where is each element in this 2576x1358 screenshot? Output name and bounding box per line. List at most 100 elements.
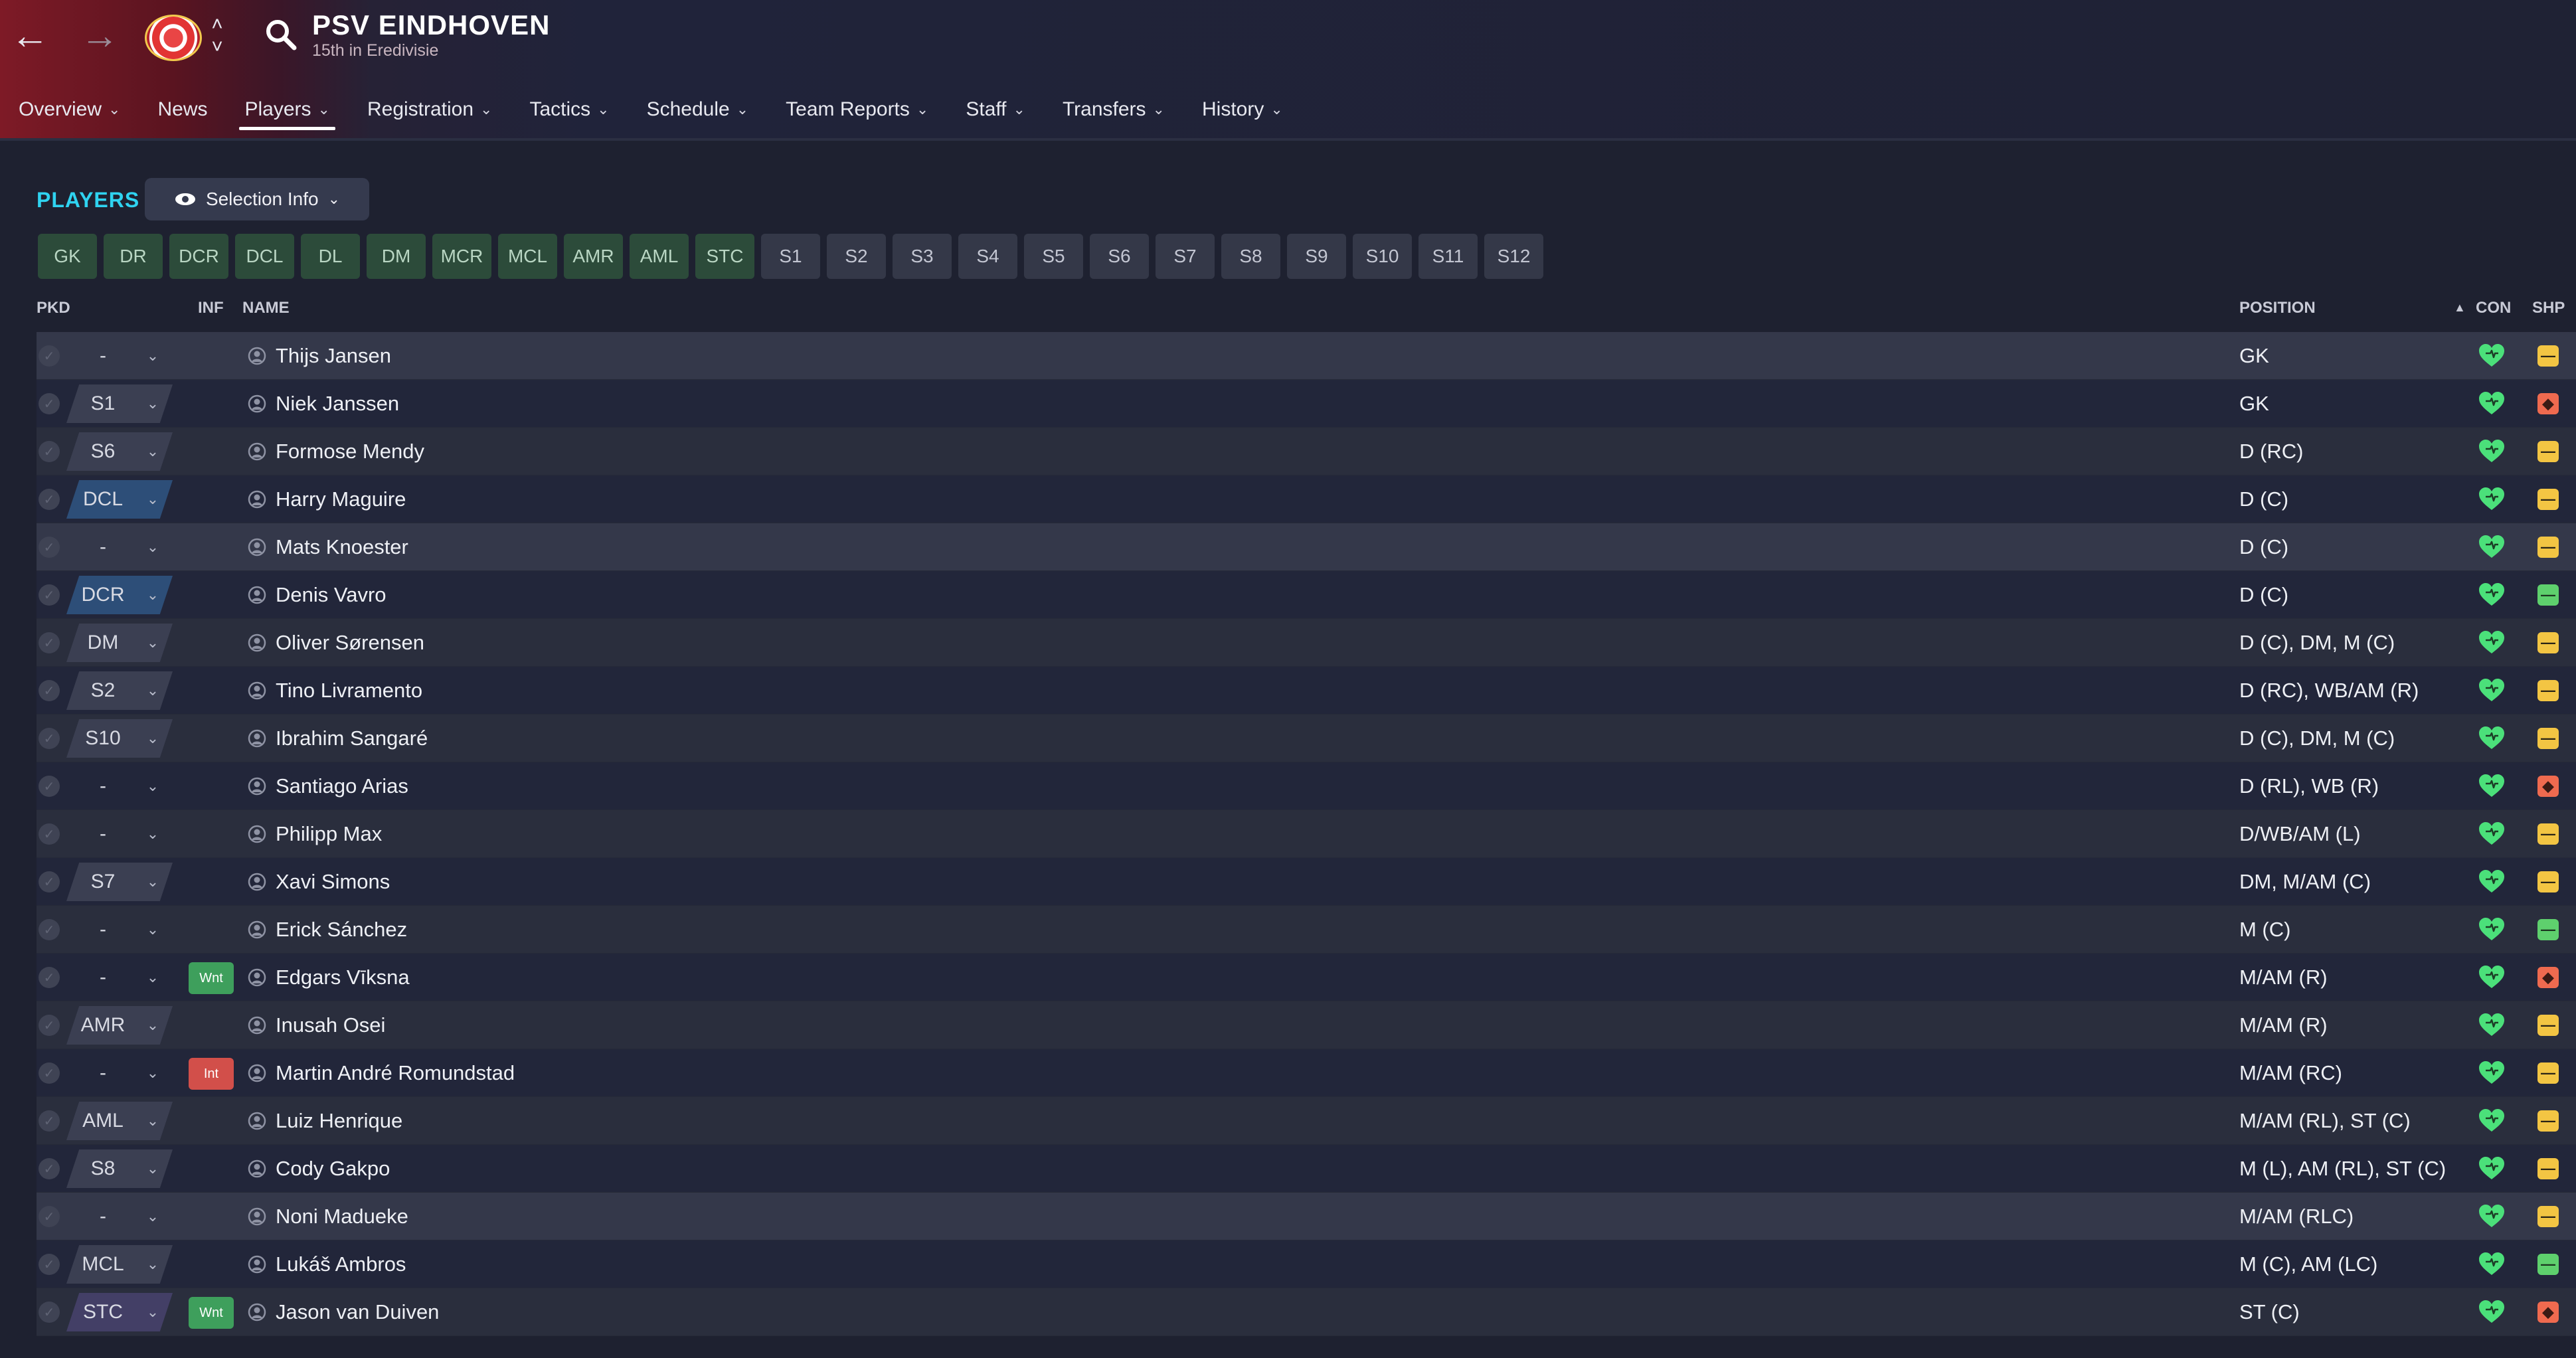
player-name[interactable]: Ibrahim Sangaré	[276, 726, 428, 750]
position-button-mcr[interactable]: MCR	[432, 234, 491, 279]
player-name[interactable]: Formose Mendy	[276, 440, 424, 464]
pkd-selector[interactable]: S7 ⌄	[66, 863, 173, 901]
player-name[interactable]: Denis Vavro	[276, 583, 386, 607]
pick-checkbox-icon[interactable]: ✓	[39, 489, 60, 510]
player-profile-icon[interactable]	[248, 1016, 266, 1035]
table-row[interactable]: ✓ DCL ⌄ Harry Maguire D (C) —	[37, 475, 2576, 523]
table-row[interactable]: ✓ S2 ⌄ Tino Livramento D (RC), WB/AM (R) —	[37, 667, 2576, 715]
player-profile-icon[interactable]	[248, 681, 266, 700]
tab-news[interactable]: News	[139, 86, 226, 133]
pick-checkbox-icon[interactable]: ✓	[39, 1254, 60, 1275]
sub-slot-button-s11[interactable]: S11	[1418, 234, 1478, 279]
col-shp[interactable]: SHP	[2532, 299, 2565, 317]
player-name[interactable]: Oliver Sørensen	[276, 631, 424, 655]
player-profile-icon[interactable]	[248, 490, 266, 509]
player-profile-icon[interactable]	[248, 968, 266, 987]
table-row[interactable]: ✓ - ⌄ Wnt Edgars Vīksna M/AM (R) ◆	[37, 954, 2576, 1001]
pkd-selector[interactable]: DCR ⌄	[66, 576, 173, 614]
back-arrow-icon[interactable]: ←	[7, 12, 53, 58]
position-button-amr[interactable]: AMR	[564, 234, 623, 279]
position-button-dm[interactable]: DM	[367, 234, 426, 279]
player-name[interactable]: Cody Gakpo	[276, 1157, 390, 1181]
pick-checkbox-icon[interactable]: ✓	[39, 1015, 60, 1036]
table-row[interactable]: ✓ S1 ⌄ Niek Janssen GK ◆	[37, 380, 2576, 428]
player-name[interactable]: Lukáš Ambros	[276, 1252, 406, 1276]
forward-arrow-icon[interactable]: →	[76, 12, 123, 58]
player-name[interactable]: Philipp Max	[276, 822, 382, 846]
position-button-dcl[interactable]: DCL	[235, 234, 294, 279]
table-row[interactable]: ✓ S7 ⌄ Xavi Simons DM, M/AM (C) —	[37, 858, 2576, 906]
table-row[interactable]: ✓ S6 ⌄ Formose Mendy D (RC) —	[37, 428, 2576, 475]
pkd-selector[interactable]: - ⌄	[66, 528, 173, 566]
sub-slot-button-s5[interactable]: S5	[1024, 234, 1083, 279]
table-row[interactable]: ✓ - ⌄ Philipp Max D/WB/AM (L) —	[37, 810, 2576, 858]
pkd-selector[interactable]: AML ⌄	[66, 1102, 173, 1140]
player-profile-icon[interactable]	[248, 920, 266, 939]
tab-players[interactable]: Players ⌄	[226, 86, 348, 133]
player-name[interactable]: Inusah Osei	[276, 1013, 385, 1037]
player-name[interactable]: Erick Sánchez	[276, 918, 407, 942]
pkd-selector[interactable]: DCL ⌄	[66, 480, 173, 519]
pick-checkbox-icon[interactable]: ✓	[39, 584, 60, 606]
tab-schedule[interactable]: Schedule ⌄	[628, 86, 768, 133]
pkd-selector[interactable]: S8 ⌄	[66, 1149, 173, 1188]
player-name[interactable]: Harry Maguire	[276, 487, 406, 511]
selection-info-button[interactable]: Selection Info ⌄	[145, 178, 369, 220]
pick-checkbox-icon[interactable]: ✓	[39, 919, 60, 940]
pick-checkbox-icon[interactable]: ✓	[39, 441, 60, 462]
table-row[interactable]: ✓ S10 ⌄ Ibrahim Sangaré D (C), DM, M (C) —	[37, 715, 2576, 762]
table-row[interactable]: ✓ MCL ⌄ Lukáš Ambros M (C), AM (LC) —	[37, 1240, 2576, 1288]
search-icon[interactable]	[262, 16, 300, 53]
pkd-selector[interactable]: - ⌄	[66, 958, 173, 997]
position-button-aml[interactable]: AML	[630, 234, 689, 279]
pick-checkbox-icon[interactable]: ✓	[39, 1110, 60, 1132]
club-switch-arrows-icon[interactable]: ˄ ˅	[207, 13, 227, 60]
player-profile-icon[interactable]	[248, 873, 266, 891]
pkd-selector[interactable]: - ⌄	[66, 1054, 173, 1092]
player-name[interactable]: Thijs Jansen	[276, 344, 391, 368]
player-name[interactable]: Xavi Simons	[276, 870, 390, 894]
player-profile-icon[interactable]	[248, 538, 266, 556]
pick-checkbox-icon[interactable]: ✓	[39, 823, 60, 845]
pick-checkbox-icon[interactable]: ✓	[39, 632, 60, 653]
position-button-gk[interactable]: GK	[38, 234, 97, 279]
col-pkd[interactable]: PKD	[37, 299, 70, 317]
player-profile-icon[interactable]	[248, 634, 266, 652]
pick-checkbox-icon[interactable]: ✓	[39, 776, 60, 797]
club-crest-icon[interactable]	[145, 15, 202, 61]
info-badge[interactable]: Wnt	[189, 1297, 234, 1329]
position-button-dcr[interactable]: DCR	[169, 234, 228, 279]
position-button-stc[interactable]: STC	[695, 234, 754, 279]
table-row[interactable]: ✓ - ⌄ Erick Sánchez M (C) —	[37, 906, 2576, 954]
col-con[interactable]: CON	[2476, 299, 2511, 317]
pick-checkbox-icon[interactable]: ✓	[39, 393, 60, 414]
sub-slot-button-s3[interactable]: S3	[893, 234, 952, 279]
tab-tactics[interactable]: Tactics ⌄	[511, 86, 628, 133]
player-profile-icon[interactable]	[248, 1064, 266, 1082]
pick-checkbox-icon[interactable]: ✓	[39, 967, 60, 988]
tab-registration[interactable]: Registration ⌄	[349, 86, 511, 133]
pkd-selector[interactable]: AMR ⌄	[66, 1006, 173, 1045]
player-name[interactable]: Santiago Arias	[276, 774, 408, 798]
table-row[interactable]: ✓ AMR ⌄ Inusah Osei M/AM (R) —	[37, 1001, 2576, 1049]
table-row[interactable]: ✓ DCR ⌄ Denis Vavro D (C) —	[37, 571, 2576, 619]
tab-team-reports[interactable]: Team Reports ⌄	[767, 86, 947, 133]
pkd-selector[interactable]: S6 ⌄	[66, 432, 173, 471]
info-badge[interactable]: Wnt	[189, 962, 234, 994]
tab-history[interactable]: History ⌄	[1183, 86, 1302, 133]
col-inf[interactable]: INF	[198, 299, 224, 317]
pkd-selector[interactable]: - ⌄	[66, 767, 173, 806]
col-name[interactable]: NAME	[242, 299, 290, 317]
pkd-selector[interactable]: - ⌄	[66, 337, 173, 375]
player-profile-icon[interactable]	[248, 586, 266, 604]
pkd-selector[interactable]: - ⌄	[66, 815, 173, 853]
pick-checkbox-icon[interactable]: ✓	[39, 345, 60, 367]
info-badge[interactable]: Int	[189, 1058, 234, 1090]
pick-checkbox-icon[interactable]: ✓	[39, 1206, 60, 1227]
player-profile-icon[interactable]	[248, 1159, 266, 1178]
sub-slot-button-s9[interactable]: S9	[1287, 234, 1346, 279]
pick-checkbox-icon[interactable]: ✓	[39, 680, 60, 701]
table-row[interactable]: ✓ - ⌄ Noni Madueke M/AM (RLC) —	[37, 1193, 2576, 1240]
sub-slot-button-s8[interactable]: S8	[1221, 234, 1280, 279]
pkd-selector[interactable]: DM ⌄	[66, 624, 173, 662]
